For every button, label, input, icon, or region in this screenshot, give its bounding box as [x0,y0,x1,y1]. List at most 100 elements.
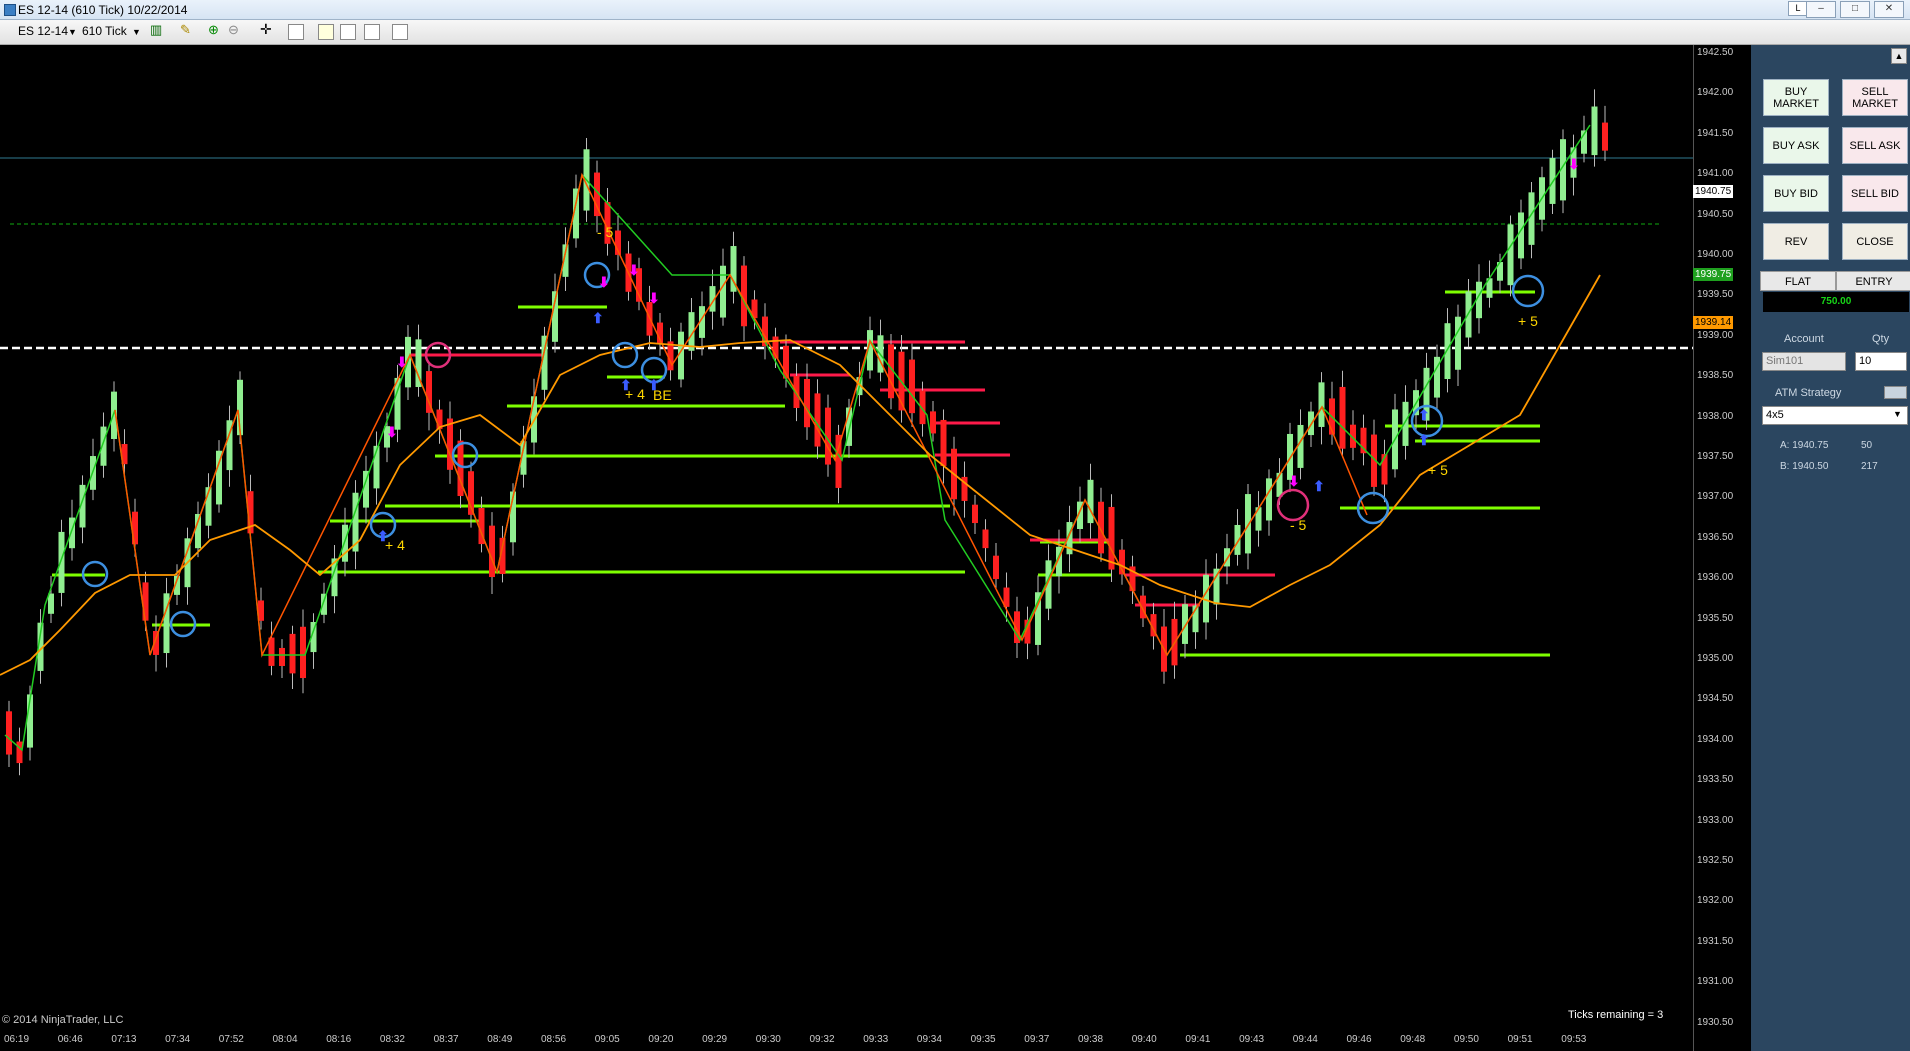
close-window-button[interactable]: ✕ [1874,1,1904,18]
time-tick-label: 09:38 [1078,1034,1104,1045]
title-bar: ES 12-14 (610 Tick) 10/22/2014 L – □ ✕ [0,0,1910,20]
minimize-button[interactable]: – [1806,1,1836,18]
candle-body [142,582,149,621]
time-tick-label: 09:43 [1239,1034,1265,1045]
sell-market-button[interactable]: SELL MARKET [1842,79,1908,116]
candle-body [1444,323,1451,379]
bid-price: B: 1940.50 [1780,461,1829,472]
period-selector[interactable]: 610 Tick [82,24,127,38]
time-tick-label: 09:34 [916,1034,942,1045]
target-price-label: 1939.75 [1693,268,1734,281]
signal-arrows: ⬇ ⬇ ⬇ ⬇ ⬇ ⬆ ⬆ ⬆ ⬆ ⬇ ⬆ ⬆ ⬇ ⬆ [377,156,1580,544]
candlestick-series [6,89,1608,776]
price-chart[interactable]: ⬇ ⬇ ⬇ ⬇ ⬇ ⬆ ⬆ ⬆ ⬆ ⬇ ⬆ ⬆ ⬇ ⬆ - 5 + 4 BE +… [0,45,1693,1031]
candle-body [940,419,947,466]
entry-tab[interactable]: ENTRY [1836,271,1910,291]
time-tick-label: 09:46 [1346,1034,1372,1045]
ask-size: 50 [1861,440,1873,451]
candle-body [930,411,936,434]
atm-strategy-select[interactable]: 4x5 [1762,406,1908,425]
atm-strategy-label: ATM Strategy [1775,387,1842,399]
chart-trader-icon[interactable] [318,24,334,40]
trade-circles [81,261,1545,638]
candle-body [48,593,54,614]
time-tick-label: 08:56 [541,1034,567,1045]
time-tick-label: 09:53 [1561,1034,1587,1045]
quantity-stepper[interactable]: 10 [1855,352,1907,371]
zoom-out-icon[interactable]: ⊖ [228,22,244,38]
reverse-button[interactable]: REV [1763,223,1829,260]
svg-text:⬇: ⬇ [1288,473,1300,489]
candle-body [982,529,989,549]
svg-text:⬇: ⬇ [628,262,640,278]
window-title: ES 12-14 (610 Tick) 10/22/2014 [18,3,188,17]
candle-body [300,626,306,679]
candle-body [993,555,999,580]
candle-body [1266,478,1272,521]
instrument-dropdown-icon[interactable]: ▼ [68,27,77,37]
time-tick-label: 07:34 [165,1034,191,1045]
buy-ask-button[interactable]: BUY ASK [1763,127,1829,164]
time-tick-label: 09:35 [970,1034,996,1045]
buy-bid-button[interactable]: BUY BID [1763,175,1829,212]
price-tick-label: 1936.00 [1697,572,1734,584]
time-tick-label: 09:33 [863,1034,889,1045]
price-tick-label: 1942.50 [1697,47,1734,58]
candle-body [16,741,23,764]
zoom-in-icon[interactable]: ⊕ [208,22,224,38]
time-tick-label: 09:30 [755,1034,781,1045]
candle-body [1518,212,1524,259]
time-tick-label: 09:51 [1507,1034,1533,1045]
time-tick-label: 09:48 [1400,1034,1426,1045]
drawing-tool-icon[interactable]: ✎ [180,22,196,38]
sell-bid-button[interactable]: SELL BID [1842,175,1908,212]
time-tick-label: 09:37 [1024,1034,1050,1045]
bar-style-icon[interactable]: ▥ [150,22,166,38]
ask-price: A: 1940.75 [1780,440,1829,451]
strategies-icon[interactable] [364,24,380,40]
time-tick-label: 08:04 [272,1034,298,1045]
indicators-icon[interactable] [340,24,356,40]
maximize-button[interactable]: □ [1840,1,1870,18]
data-box-icon[interactable] [392,24,408,40]
account-select[interactable]: Sim101 [1762,352,1846,371]
time-tick-label: 08:37 [433,1034,459,1045]
period-dropdown-icon[interactable]: ▼ [132,27,141,37]
time-tick-label: 07:52 [218,1034,244,1045]
price-tick-label: 1935.00 [1697,653,1734,664]
price-tick-label: 1941.50 [1697,127,1734,139]
svg-text:⬇: ⬇ [598,274,610,290]
crosshair-icon[interactable]: ✛ [260,21,276,37]
price-tick-label: 1938.00 [1697,410,1734,422]
chart-canvas: ⬇ ⬇ ⬇ ⬇ ⬇ ⬆ ⬆ ⬆ ⬆ ⬇ ⬆ ⬆ ⬇ ⬆ - 5 + 4 BE +… [0,89,1693,776]
candle-body [268,637,275,666]
time-tick-label: 08:49 [487,1034,513,1045]
chart-toolbar: ES 12-14 ▼ 610 Tick ▼ ▥ ✎ ⊕ ⊖ ✛ [0,20,1910,45]
price-tick-label: 1932.00 [1697,895,1734,907]
last-price-label: 1940.75 [1693,185,1734,198]
panel-collapse-button[interactable]: ▲ [1891,48,1907,64]
price-tick-label: 1936.50 [1697,531,1734,543]
time-tick-label: 09:20 [648,1034,674,1045]
qty-label: Qty [1872,333,1890,345]
close-position-button[interactable]: CLOSE [1842,223,1908,260]
time-tick-label: 09:29 [702,1034,728,1045]
sell-ask-button[interactable]: SELL ASK [1842,127,1908,164]
price-tick-label: 1937.00 [1697,491,1734,503]
svg-text:⬇: ⬇ [386,424,398,440]
buy-market-button[interactable]: BUY MARKET [1763,79,1829,116]
atm-properties-button[interactable] [1884,386,1907,399]
ticks-remaining: Ticks remaining = 3 [1568,1009,1664,1021]
properties-icon[interactable] [288,24,304,40]
time-tick-label: 08:16 [326,1034,352,1045]
time-tick-label: 06:19 [4,1034,30,1045]
svg-text:⬇: ⬇ [1568,156,1580,172]
restore-button[interactable]: L [1788,1,1808,16]
candle-body [972,504,978,524]
time-tick-label: 08:32 [379,1034,405,1045]
instrument-selector[interactable]: ES 12-14 [18,24,68,38]
chevron-down-icon[interactable]: ▼ [1893,409,1902,419]
price-tick-label: 1938.50 [1697,370,1734,382]
time-tick-label: 07:13 [111,1034,137,1045]
avg-price-label: 1939.14 [1693,316,1734,329]
